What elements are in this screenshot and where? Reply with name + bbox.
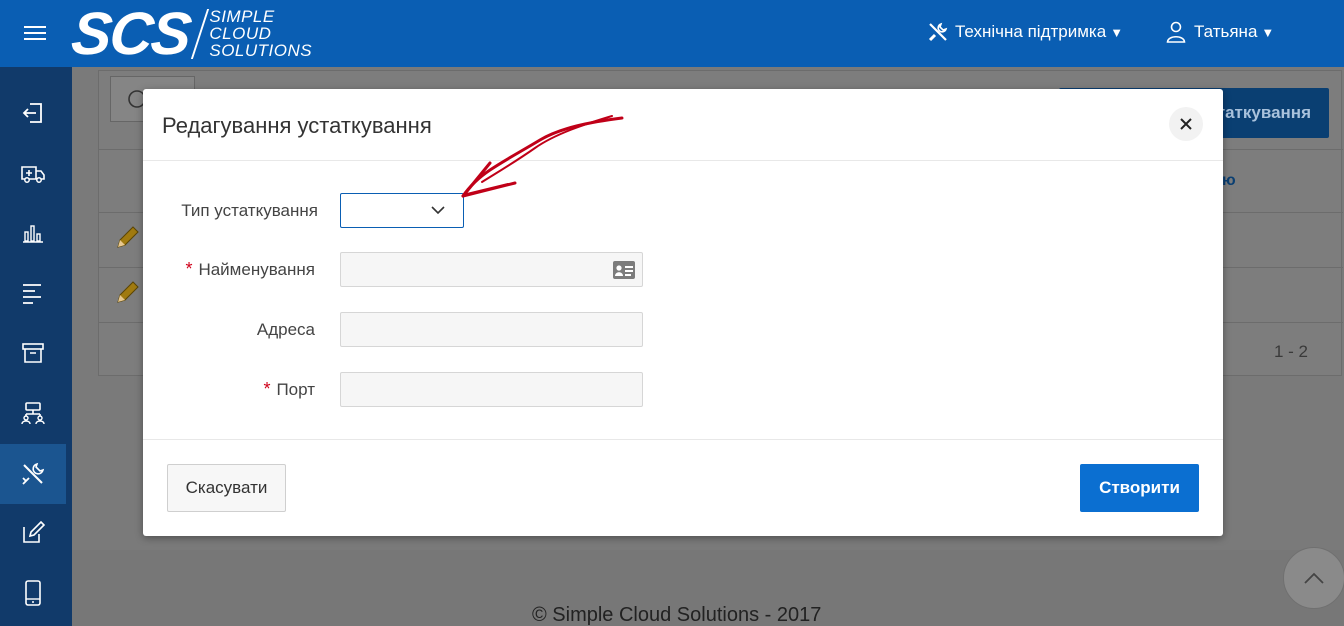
scs-logo[interactable]: SCS SIMPLE CLOUD SOLUTIONS	[68, 0, 312, 67]
copyright-text: © Simple Cloud Solutions - 2017	[532, 604, 822, 626]
create-button[interactable]: Створити	[1080, 464, 1199, 512]
tools-icon	[22, 462, 45, 485]
edit-row-button[interactable]	[115, 224, 141, 250]
top-navigation-bar: SCS SIMPLE CLOUD SOLUTIONS Технічна підт…	[0, 0, 1344, 67]
chevron-up-icon	[1304, 572, 1324, 584]
chevron-down-icon	[431, 206, 445, 215]
logo-line-3: SOLUTIONS	[209, 41, 313, 60]
address-input[interactable]	[340, 312, 643, 347]
menu-toggle-button[interactable]	[22, 20, 48, 46]
edit-row-button[interactable]	[115, 279, 141, 305]
dialog-footer	[143, 439, 1223, 536]
sidebar-item-edit[interactable]	[0, 503, 66, 563]
scroll-to-top-button[interactable]	[1283, 547, 1344, 609]
sidebar-item-structure[interactable]	[0, 383, 66, 443]
logo-line-1: SIMPLE	[209, 7, 275, 26]
tools-icon	[928, 22, 948, 42]
sidebar-item-statistics[interactable]	[0, 203, 66, 263]
technical-support-menu[interactable]: Технічна підтримка ▼	[927, 20, 1123, 44]
required-marker: *	[263, 379, 271, 399]
bar-chart-icon	[23, 225, 43, 243]
user-name: Татьяна	[1194, 22, 1258, 41]
pencil-icon	[117, 281, 139, 303]
sign-out-icon	[22, 103, 42, 123]
logo-line-2: CLOUD	[209, 24, 272, 43]
sidebar-item-equipment[interactable]	[0, 444, 66, 504]
sitemap-icon	[21, 402, 45, 425]
id-card-icon[interactable]	[612, 260, 636, 280]
edit-icon	[23, 521, 45, 543]
address-label: Адреса	[135, 320, 315, 340]
column-header: ю	[1222, 172, 1236, 189]
sidebar-item-archive[interactable]	[0, 323, 66, 383]
sidebar-item-ambulance[interactable]	[0, 143, 66, 203]
dialog-title: Редагування устаткування	[162, 113, 432, 138]
close-dialog-button[interactable]	[1169, 107, 1203, 141]
caret-down-icon: ▼	[1110, 24, 1124, 40]
equipment-name-label: * Найменування	[135, 259, 315, 280]
edit-equipment-dialog: Редагування устаткування Тип устаткуванн…	[143, 89, 1223, 536]
ambulance-icon	[21, 166, 45, 183]
sidebar	[0, 67, 72, 626]
equipment-type-select[interactable]	[340, 193, 464, 228]
align-left-icon	[23, 284, 41, 304]
mobile-icon	[25, 580, 41, 606]
pagination-info: 1 - 2	[1274, 342, 1309, 361]
pencil-icon	[117, 226, 139, 248]
port-label-text: Порт	[276, 380, 315, 399]
create-equipment-label: таткування	[1216, 103, 1311, 122]
logo-text: SIMPLE CLOUD SOLUTIONS	[209, 8, 312, 59]
sidebar-item-tasks[interactable]	[0, 263, 66, 323]
required-marker: *	[185, 259, 193, 279]
sidebar-item-logout[interactable]	[0, 83, 66, 143]
port-input[interactable]	[340, 372, 643, 407]
equipment-name-label-text: Найменування	[198, 260, 315, 279]
hamburger-icon	[24, 26, 46, 40]
port-label: * Порт	[135, 379, 315, 400]
archive-icon	[22, 343, 44, 363]
user-icon	[1166, 21, 1186, 43]
logo-mark: SCS	[68, 0, 193, 67]
logo-divider	[191, 8, 210, 59]
equipment-type-label: Тип устаткування	[138, 201, 318, 221]
close-icon	[1180, 118, 1192, 130]
sidebar-item-mobile[interactable]	[0, 563, 66, 623]
address-label-text: Адреса	[256, 320, 315, 339]
cancel-button[interactable]: Скасувати	[167, 464, 286, 512]
support-label: Технічна підтримка	[955, 22, 1107, 41]
equipment-type-label-text: Тип устаткування	[181, 201, 318, 220]
equipment-name-input[interactable]	[340, 252, 643, 287]
user-menu[interactable]: Татьяна ▼	[1166, 20, 1274, 44]
caret-down-icon: ▼	[1261, 24, 1275, 40]
dialog-header: Редагування устаткування	[143, 89, 1223, 161]
